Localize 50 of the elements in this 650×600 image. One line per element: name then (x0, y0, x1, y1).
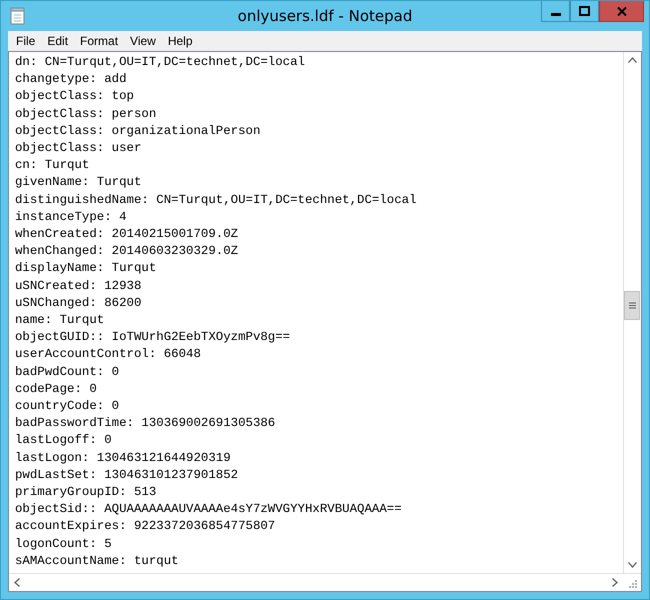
text-line: pwdLastSet: 130463101237901852 (15, 466, 238, 484)
text-line: logonCount: 5 (15, 536, 112, 553)
maximize-button[interactable] (570, 1, 599, 22)
text-line: userAccountControl: 66048 (15, 346, 201, 364)
text-line: objectClass: user (15, 140, 142, 158)
maximize-icon (579, 6, 590, 16)
minimize-icon (550, 13, 560, 16)
text-line: whenChanged: 20140603230329.0Z (15, 243, 238, 260)
menu-item[interactable]: Help (162, 34, 199, 48)
text-line: codePage: 0 (15, 380, 97, 398)
text-line: objectClass: organizationalPerson (15, 122, 260, 140)
scroll-down-icon[interactable] (628, 562, 637, 568)
text-line: lastLogon: 130463121644920319 (15, 450, 231, 467)
scroll-right-icon[interactable] (612, 578, 618, 587)
text-line: name: Turqut (15, 312, 104, 330)
text-line: objectGUID:: IoTWUrhG2EebTXOyzmPv8g== (15, 329, 290, 346)
menu-item[interactable]: View (124, 34, 162, 48)
scroll-left-icon[interactable] (14, 578, 20, 587)
text-line: cn: Turqut (15, 157, 90, 174)
resize-grip-icon[interactable] (628, 579, 637, 588)
menu-item[interactable]: Edit (41, 34, 74, 48)
text-line: badPasswordTime: 130369002691305386 (15, 415, 276, 432)
text-line: lastLogoff: 0 (15, 432, 112, 450)
text-line: accountExpires: 9223372036854775807 (15, 518, 276, 536)
text-line: dn: CN=Turqut,OU=IT,DC=technet,DC=local (15, 54, 305, 71)
text-line: instanceType: 4 (15, 208, 127, 226)
text-line: sAMAccountName: turqut (15, 552, 179, 570)
text-line: givenName: Turqut (15, 174, 142, 192)
minimize-button[interactable] (541, 1, 570, 22)
text-line: badPwdCount: 0 (15, 364, 120, 381)
text-line: whenCreated: 20140215001709.0Z (15, 226, 238, 244)
text-line: objectClass: person (15, 106, 156, 123)
text-line: countryCode: 0 (15, 398, 120, 416)
text-line: objectClass: top (15, 88, 134, 106)
text-line: objectSid:: AQUAAAAAAAUVAAAAe4sY7zWVGYYHxRVBUAQAAA== (15, 501, 402, 518)
notepad-icon (10, 7, 26, 25)
close-icon (616, 6, 626, 16)
text-line: primaryGroupID: 513 (15, 484, 156, 502)
scroll-up-icon[interactable] (628, 57, 637, 63)
window-title: onlyusers.ldf - Notepad (238, 7, 412, 25)
text-line: distinguishedName: CN=Turqut,OU=IT,DC=technet,DC=local (15, 192, 417, 209)
vertical-scrollbar[interactable] (623, 52, 641, 573)
text-line: uSNChanged: 86200 (15, 294, 142, 312)
close-button[interactable] (599, 1, 644, 22)
text-line: uSNCreated: 12938 (15, 278, 142, 295)
scroll-thumb[interactable] (624, 291, 640, 320)
menu-item[interactable]: Format (74, 34, 124, 48)
text-line: displayName: Turqut (15, 260, 156, 278)
text-line: changetype: add (15, 71, 127, 88)
menu-item[interactable]: File (10, 34, 42, 48)
